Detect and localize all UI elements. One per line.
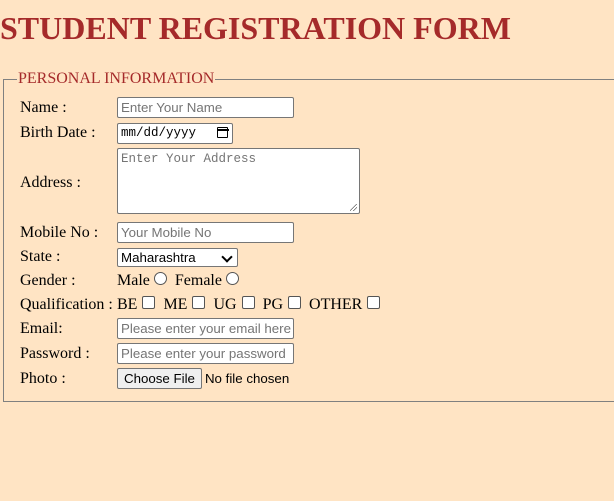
birth-date-row: Birth Date : mm/dd/yyyy (20, 123, 233, 144)
personal-info-fieldset: PERSONAL INFORMATION Name : Enter Your N… (3, 71, 614, 402)
gender-label: Gender : (20, 272, 76, 289)
mobile-input[interactable]: Your Mobile No (117, 222, 294, 243)
state-label: State : (20, 248, 61, 265)
birth-date-input[interactable]: mm/dd/yyyy (117, 123, 233, 144)
chevron-down-icon (221, 251, 233, 263)
email-input[interactable]: Please enter your email here (117, 318, 294, 339)
file-status: No file chosen (204, 371, 290, 386)
email-label: Email: (20, 320, 63, 337)
qual-be-checkbox[interactable] (142, 296, 156, 309)
date-format-text: mm/dd/yyyy (121, 126, 197, 140)
state-row: State : Maharashtra (20, 248, 238, 267)
calendar-icon[interactable] (216, 127, 229, 138)
page-title: STUDENT REGISTRATION FORM (0, 10, 511, 46)
gender-male-radio[interactable] (153, 272, 167, 285)
qual-ug-checkbox[interactable] (241, 296, 255, 309)
password-input[interactable]: Please enter your password (117, 343, 294, 364)
choose-file-button[interactable]: Choose File (117, 368, 202, 389)
qual-me-label: ME (163, 296, 188, 313)
qualification-options: BE ME UG PG OTHER (117, 296, 384, 314)
password-label: Password : (20, 345, 90, 362)
birth-date-label: Birth Date : (20, 124, 96, 141)
gender-male-label: Male (117, 272, 150, 289)
qual-ug-label: UG (213, 296, 237, 313)
name-label: Name : (20, 99, 67, 116)
mobile-label: Mobile No : (20, 224, 99, 241)
resize-grip-icon[interactable] (350, 204, 357, 211)
state-selected-value: Maharashtra (121, 250, 196, 265)
address-placeholder: Enter Your Address (121, 152, 257, 166)
qual-pg-checkbox[interactable] (288, 296, 302, 309)
name-input[interactable]: Enter Your Name (117, 97, 294, 118)
photo-file-input: Choose File No file chosen (117, 368, 289, 389)
qualification-label: Qualification : (20, 296, 113, 313)
qual-pg-label: PG (262, 296, 284, 313)
qual-other-label: OTHER (309, 296, 363, 313)
address-textarea[interactable]: Enter Your Address (117, 148, 360, 214)
qual-be-label: BE (117, 296, 138, 313)
photo-label: Photo : (20, 370, 66, 387)
address-row: Address : Enter Your Address (20, 148, 360, 214)
qual-other-checkbox[interactable] (367, 296, 381, 309)
section-legend: PERSONAL INFORMATION (17, 70, 216, 87)
address-label: Address : (20, 174, 81, 191)
gender-female-label: Female (174, 272, 222, 289)
gender-options: Male Female (117, 272, 243, 290)
state-select[interactable]: Maharashtra (117, 248, 238, 267)
qual-me-checkbox[interactable] (192, 296, 206, 309)
gender-female-radio[interactable] (225, 272, 239, 285)
